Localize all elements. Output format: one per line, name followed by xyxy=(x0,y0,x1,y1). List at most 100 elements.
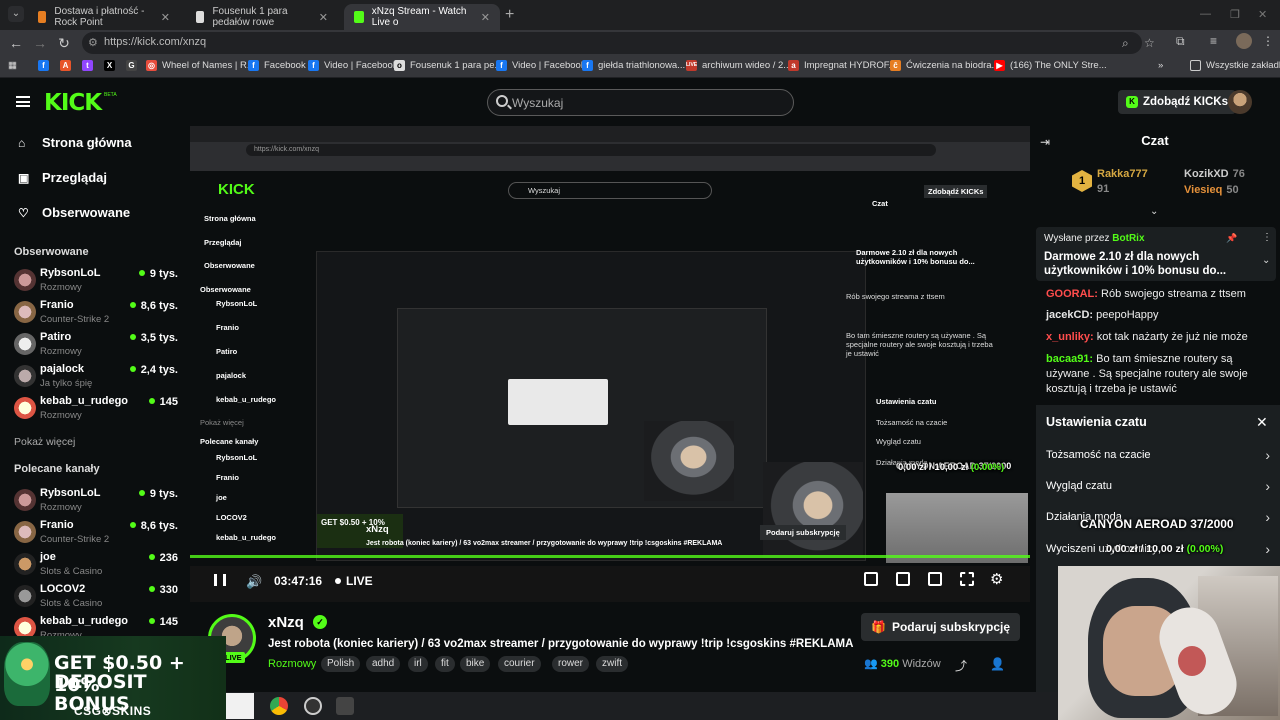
close-window-icon[interactable]: ✕ xyxy=(1258,8,1267,21)
clip-icon[interactable] xyxy=(864,572,878,586)
bookmark-video-facebook-1[interactable]: f Video | Facebook xyxy=(308,60,398,71)
tag-chip[interactable]: rower xyxy=(552,656,590,672)
browser-tab-2[interactable]: Fousenuk 1 para pedałów rowe ✕ xyxy=(186,4,338,30)
bookmark-impregnat[interactable]: a Impregnat HYDROF... xyxy=(788,60,896,71)
leaderboard-entry[interactable]: Rakka777 xyxy=(1097,168,1148,180)
browser-profile-avatar[interactable] xyxy=(1236,33,1252,49)
bookmark-wheel-of-names[interactable]: ◎ Wheel of Names | R... xyxy=(146,60,255,71)
show-more-link[interactable]: Pokaż więcej xyxy=(14,436,75,448)
site-info-icon[interactable]: ⚙ xyxy=(88,36,98,49)
menu-kebab-icon[interactable]: ⋮ xyxy=(1262,34,1274,48)
tag-chip[interactable]: fit xyxy=(435,656,455,672)
kick-logo[interactable]: KICK xyxy=(44,90,102,116)
tag-chip[interactable]: adhd xyxy=(366,656,401,672)
chrome-icon[interactable] xyxy=(270,697,288,715)
followed-channel-item[interactable]: Patiro Rozmowy 3,5 tys. xyxy=(14,330,178,360)
browser-tab-1[interactable]: Dostawa i płatność - Rock Point ✕ xyxy=(28,4,180,30)
browser-tab-3-active[interactable]: xNzq Stream - Watch Live o ✕ xyxy=(344,4,500,30)
followed-channel-item[interactable]: Franio Counter-Strike 2 8,6 tys. xyxy=(14,298,178,328)
share-icon[interactable]: ⤴ xyxy=(955,657,967,674)
nav-browse[interactable]: ▣ Przeglądaj xyxy=(18,170,107,185)
tab-close-icon[interactable]: ✕ xyxy=(481,11,490,24)
stream-category[interactable]: Rozmowy xyxy=(268,658,316,670)
obs-icon[interactable] xyxy=(304,697,322,715)
chat-title: Czat xyxy=(1141,133,1169,148)
tag-chip[interactable]: bike xyxy=(460,656,491,672)
new-tab-icon[interactable]: + xyxy=(505,6,514,24)
search-box[interactable] xyxy=(487,89,794,116)
nav-following[interactable]: ♡ Obserwowane xyxy=(18,205,130,220)
bookmark-facebook[interactable]: f Facebook xyxy=(248,60,306,71)
recommended-channel-item[interactable]: LOCOV2 Slots & Casino 330 xyxy=(14,582,178,612)
terminal-icon[interactable] xyxy=(336,697,354,715)
tab-close-icon[interactable]: ✕ xyxy=(319,11,328,24)
reload-icon[interactable]: ↻ xyxy=(54,33,74,53)
pause-icon[interactable] xyxy=(214,574,226,586)
taskbar-search[interactable] xyxy=(226,693,254,719)
back-icon[interactable]: ← xyxy=(6,33,26,53)
maximize-icon[interactable]: ❐ xyxy=(1230,8,1240,21)
get-kicks-button[interactable]: K Zdobądź KICKs xyxy=(1118,90,1236,114)
bookmark-fousenuk[interactable]: o Fousenuk 1 para pe... xyxy=(394,60,502,71)
video-player[interactable]: https://kick.com/xnzq KICK Wyszukaj Zdob… xyxy=(190,126,1030,602)
tag-chip[interactable]: zwift xyxy=(596,656,628,672)
close-icon[interactable]: ✕ xyxy=(1256,414,1268,431)
gift-subscription-button[interactable]: 🎁 Podaruj subskrypcję xyxy=(861,613,1020,641)
stream-title: Jest robota (koniec kariery) / 63 vo2max… xyxy=(268,638,854,650)
expand-leaderboard-icon[interactable]: ⌄ xyxy=(1150,206,1158,217)
tag-chip[interactable]: Polish xyxy=(321,656,361,672)
tab-search-icon[interactable]: ⌄ xyxy=(8,6,24,22)
apps-icon[interactable]: ▦ xyxy=(8,60,17,71)
twitch-bookmark-icon[interactable]: t xyxy=(82,60,93,71)
follow-user-icon[interactable]: 👤 xyxy=(990,657,1005,671)
pinned-message[interactable]: Wysłane przez BotRix 📌 ⋮ Darmowe 2.10 zł… xyxy=(1036,227,1276,281)
media-icon[interactable]: ≡ xyxy=(1210,34,1217,48)
forward-icon[interactable]: → xyxy=(30,33,50,53)
x-bookmark-icon[interactable]: X xyxy=(104,60,115,71)
promo-banner[interactable]: GET $0.50 + 10% DEPOSIT BONUS CSG⊗SKINS xyxy=(0,636,226,720)
user-avatar[interactable] xyxy=(1228,90,1252,114)
tag-chip[interactable]: courier xyxy=(498,656,541,672)
recommended-channel-item[interactable]: RybsonLoL Rozmowy 9 tys. xyxy=(14,486,178,516)
pip-icon[interactable] xyxy=(928,572,942,586)
fullscreen-icon[interactable] xyxy=(960,572,974,586)
bookmark-video-facebook-2[interactable]: f Video | Facebook xyxy=(496,60,586,71)
theater-mode-icon[interactable] xyxy=(896,572,910,586)
chat-appearance-row[interactable]: Wygląd czatu › xyxy=(1046,478,1270,494)
all-bookmarks-folder[interactable]: Wszystkie zakładki xyxy=(1190,60,1280,71)
chevron-down-icon[interactable]: ⌄ xyxy=(1262,255,1270,266)
leaderboard-entry[interactable]: Viesieq 50 xyxy=(1184,184,1239,196)
bookmark-cwiczenia[interactable]: ĉ Ćwiczenia na biodra... xyxy=(890,60,999,71)
followed-channel-item[interactable]: kebab_u_rudego Rozmowy 145 xyxy=(14,394,178,424)
more-bookmarks-icon[interactable]: » xyxy=(1158,60,1163,71)
settings-gear-icon[interactable]: ⚙ xyxy=(990,570,1003,588)
volume-icon[interactable]: 🔊 xyxy=(246,574,262,590)
facebook-bookmark-icon[interactable]: f xyxy=(38,60,49,71)
bookmark-icon[interactable]: G xyxy=(126,60,137,71)
nav-home[interactable]: ⌂ Strona główna xyxy=(18,135,132,150)
menu-hamburger-icon[interactable] xyxy=(16,96,30,107)
extensions-icon[interactable]: ⧉ xyxy=(1176,34,1185,49)
streamer-name[interactable]: xNzq xyxy=(268,614,304,631)
followed-channel-item[interactable]: pajalock Ja tylko śpię 2,4 tys. xyxy=(14,362,178,392)
followed-channel-item[interactable]: RybsonLoL Rozmowy 9 tys. xyxy=(14,266,178,296)
address-bar[interactable]: ⚙ https://kick.com/xnzq ⌕ ☆ xyxy=(82,32,1155,54)
bookmark-gielda[interactable]: f giełda triathlonowa... xyxy=(582,60,685,71)
more-options-icon[interactable]: ⋮ xyxy=(1262,232,1272,243)
bookmark-star-icon[interactable]: ☆ xyxy=(1144,36,1155,50)
tag-chip[interactable]: irl xyxy=(408,656,428,672)
live-indicator[interactable]: LIVE xyxy=(335,574,373,588)
promo-brand: CSG⊗SKINS xyxy=(74,704,152,718)
minimize-icon[interactable]: — xyxy=(1200,8,1211,20)
tab-close-icon[interactable]: ✕ xyxy=(161,11,170,24)
bookmark-icon[interactable]: A xyxy=(60,60,71,71)
leaderboard-entry[interactable]: KozikXD 76 xyxy=(1184,168,1245,180)
bookmark-youtube[interactable]: ▶ (166) The ONLY Stre... xyxy=(994,60,1107,71)
recommended-channel-item[interactable]: joe Slots & Casino 236 xyxy=(14,550,178,580)
chat-identity-row[interactable]: Tożsamość na czacie › xyxy=(1046,447,1270,463)
zoom-icon[interactable]: ⌕ xyxy=(1122,36,1129,51)
pin-icon[interactable]: 📌 xyxy=(1226,233,1237,244)
bookmark-archiwum[interactable]: LIVE archiwum wideo / 2... xyxy=(686,60,791,71)
search-input[interactable] xyxy=(512,94,782,112)
recommended-channel-item[interactable]: Franio Counter-Strike 2 8,6 tys. xyxy=(14,518,178,548)
